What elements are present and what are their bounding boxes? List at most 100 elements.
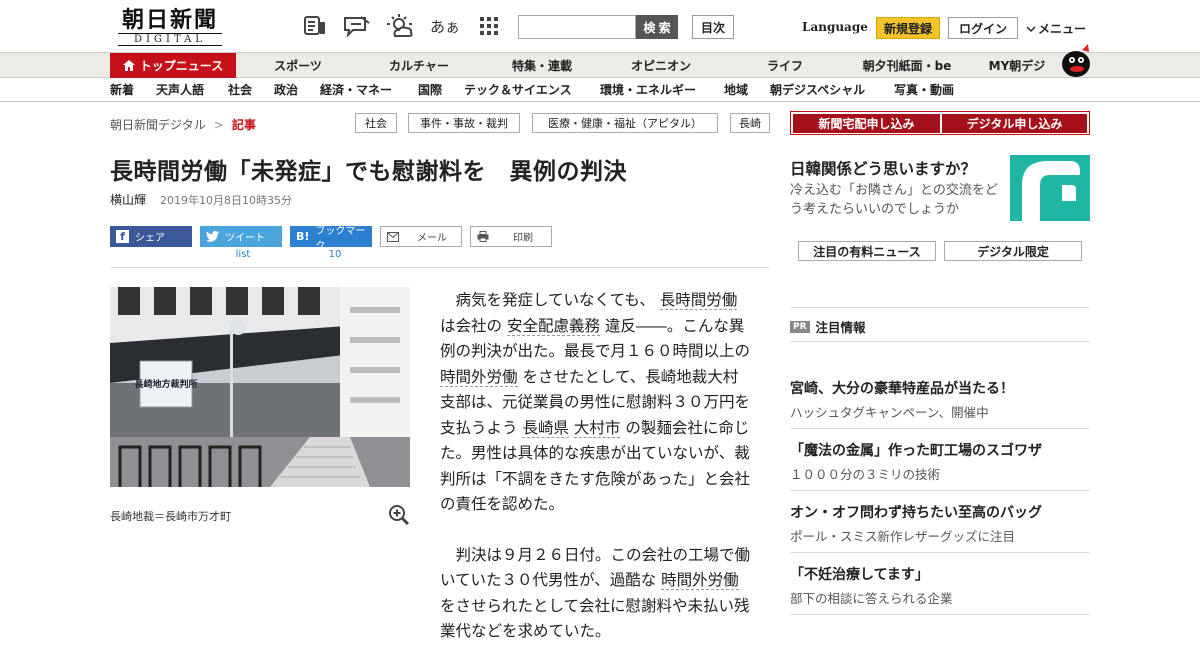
keyword-link[interactable]: 安全配慮義務: [506, 316, 600, 336]
nav-newspaper[interactable]: 朝夕刊紙面・be: [852, 53, 962, 78]
nav-politics[interactable]: 政治: [274, 78, 298, 101]
divider: [790, 428, 1090, 429]
mail-icon: [387, 231, 399, 242]
body-text: 病気を発症していなくても、: [455, 291, 655, 309]
print-icon: [477, 231, 489, 242]
tag-nagasaki[interactable]: 長崎: [730, 113, 770, 133]
toc-button[interactable]: 目次: [692, 15, 734, 39]
nav-environment[interactable]: 環境・エネルギー: [600, 78, 696, 101]
bookmark-label: ブックマーク: [315, 225, 366, 252]
twitter-icon: [206, 231, 219, 242]
nav-region[interactable]: 地域: [724, 78, 748, 101]
divider: [790, 490, 1090, 491]
newspaper-icon[interactable]: [302, 14, 328, 38]
byline: 横山輝 2019年10月8日10時35分: [110, 191, 292, 208]
language-link[interactable]: Language: [802, 20, 868, 34]
twitter-share-button[interactable]: ツイート: [200, 226, 282, 247]
print-button[interactable]: 印刷: [470, 226, 552, 247]
nav-tensei[interactable]: 天声人語: [156, 78, 204, 101]
nav-latest[interactable]: 新着: [110, 78, 134, 101]
weather-icon[interactable]: [386, 14, 416, 38]
menu-label: メニュー: [1038, 22, 1087, 36]
nav-international[interactable]: 国際: [418, 78, 442, 101]
breadcrumb-home[interactable]: 朝日新聞デジタル: [110, 116, 206, 133]
divider: [790, 552, 1090, 553]
secondary-nav: 新着 天声人語 社会 政治 経済・マネー 国際 テック＆サイエンス 環境・エネル…: [0, 78, 1200, 102]
article-photo[interactable]: 長崎地方裁判所: [110, 287, 410, 487]
mascot-icon[interactable]: [1060, 42, 1092, 78]
search-button[interactable]: 検 索: [636, 15, 678, 39]
keyword-link[interactable]: 時間外労働: [440, 367, 518, 387]
facebook-share-button[interactable]: f シェア: [110, 226, 192, 247]
search-input[interactable]: [518, 15, 636, 39]
nav-features[interactable]: 特集・連載: [496, 53, 588, 78]
mail-label: メール: [417, 233, 447, 244]
feature-question-title[interactable]: 日韓関係どう思いますか？: [790, 157, 976, 179]
keyword-link[interactable]: 長時間労働: [659, 291, 738, 310]
article-body: 病気を発症していなくても、 長時間労働 は会社の 安全配慮義務 違反――。こんな…: [440, 288, 750, 670]
pr-item-title: 宮崎、大分の豪華特産品が当たる！: [790, 381, 1014, 397]
menu-button[interactable]: メニュー: [1026, 20, 1086, 37]
tag-society[interactable]: 社会: [355, 113, 397, 133]
divider: [790, 341, 1090, 342]
primary-nav: トップニュース スポーツ カルチャー 特集・連載 オピニオン ライフ 朝夕刊紙面…: [0, 52, 1200, 78]
zoom-icon[interactable]: [388, 504, 410, 526]
courthouse-sign: 長崎地方裁判所: [134, 378, 197, 390]
feature-image[interactable]: [1010, 155, 1090, 221]
nav-my-asahi[interactable]: MY朝デジ: [982, 53, 1052, 78]
share-label: シェア: [135, 233, 165, 244]
facebook-icon: f: [116, 230, 129, 243]
keyword-link[interactable]: 大村市: [573, 418, 621, 438]
digital-signup-button[interactable]: デジタル申し込み: [942, 114, 1087, 133]
pr-item[interactable]: 「魔法の金属」作った町工場のスゴワザ １０００分の３ミリの技術: [790, 442, 1090, 483]
nav-tech[interactable]: テック＆サイエンス: [464, 78, 572, 101]
nav-photo[interactable]: 写真・動画: [894, 78, 954, 101]
font-size-icon[interactable]: あぁ: [430, 14, 460, 38]
pr-item-title: オン・オフ問わず持ちたい至高のバッグ: [790, 505, 1042, 521]
nav-opinion[interactable]: オピニオン: [618, 53, 704, 78]
nav-culture[interactable]: カルチャー: [376, 53, 462, 78]
print-label: 印刷: [513, 233, 533, 244]
signup-button[interactable]: 新規登録: [876, 17, 940, 39]
breadcrumb-current: 記事: [231, 118, 256, 132]
site-logo[interactable]: 朝日新聞 DIGITAL: [112, 8, 228, 46]
subscription-promo: 新聞宅配申し込み デジタル申し込み: [790, 111, 1090, 135]
tag-medical[interactable]: 医療・健康・福祉（アピタル）: [532, 113, 718, 133]
pr-item[interactable]: オン・オフ問わず持ちたい至高のバッグ ポール・スミス新作レザーグッズに注目: [790, 504, 1090, 545]
site-header: 朝日新聞 DIGITAL あぁ 検 索 目次 Language 新規登録 ログイ…: [0, 0, 1200, 52]
nav-special[interactable]: 朝デジスペシャル: [770, 78, 865, 101]
feature-question-sub[interactable]: 冷え込む「お隣さん」との交流をどう考えたらいいのでしょうか: [790, 181, 1008, 219]
pr-item-sub: ハッシュタグキャンペーン、開催中: [790, 405, 989, 420]
publish-date: 2019年10月8日10時35分: [160, 193, 292, 207]
hatena-bookmark-button[interactable]: B! ブックマーク: [290, 226, 372, 252]
nav-life[interactable]: ライフ: [750, 53, 820, 78]
paid-news-button[interactable]: 注目の有料ニュース: [798, 241, 936, 261]
nav-society[interactable]: 社会: [228, 78, 252, 101]
chat-icon[interactable]: [342, 14, 372, 38]
mail-share-button[interactable]: メール: [380, 226, 462, 247]
keyword-link[interactable]: 長崎県: [522, 418, 569, 438]
keyword-link[interactable]: 時間外労働: [661, 571, 739, 590]
pr-heading-label: 注目情報: [815, 320, 866, 335]
nav-label: トップニュース: [139, 59, 224, 73]
login-button[interactable]: ログイン: [948, 17, 1018, 39]
twitter-count[interactable]: list: [202, 249, 284, 260]
pr-item-sub: 部下の相談に答えられる企業: [790, 591, 953, 606]
tweet-label: ツイート: [225, 233, 265, 244]
nav-economy[interactable]: 経済・マネー: [320, 78, 392, 101]
hatena-count[interactable]: 10: [294, 249, 376, 260]
paragraph: 病気を発症していなくても、 長時間労働 は会社の 安全配慮義務 違反――。こんな…: [440, 288, 750, 518]
nav-top-news[interactable]: トップニュース: [110, 53, 236, 78]
pr-item[interactable]: 「不妊治療してます」 部下の相談に答えられる企業: [790, 566, 1090, 607]
divider: [110, 267, 770, 268]
grid-icon[interactable]: [476, 14, 502, 38]
logo-subtext: DIGITAL: [118, 33, 222, 46]
author: 横山輝: [110, 193, 147, 207]
tag-incident[interactable]: 事件・事故・裁判: [408, 113, 520, 133]
digital-only-button[interactable]: デジタル限定: [944, 241, 1082, 261]
pr-item[interactable]: 宮崎、大分の豪華特産品が当たる！ ハッシュタグキャンペーン、開催中: [790, 380, 1090, 421]
nav-sports[interactable]: スポーツ: [258, 53, 338, 78]
body-text: は会社の: [440, 316, 503, 335]
pr-badge: PR: [790, 320, 810, 333]
home-delivery-button[interactable]: 新聞宅配申し込み: [793, 114, 940, 133]
